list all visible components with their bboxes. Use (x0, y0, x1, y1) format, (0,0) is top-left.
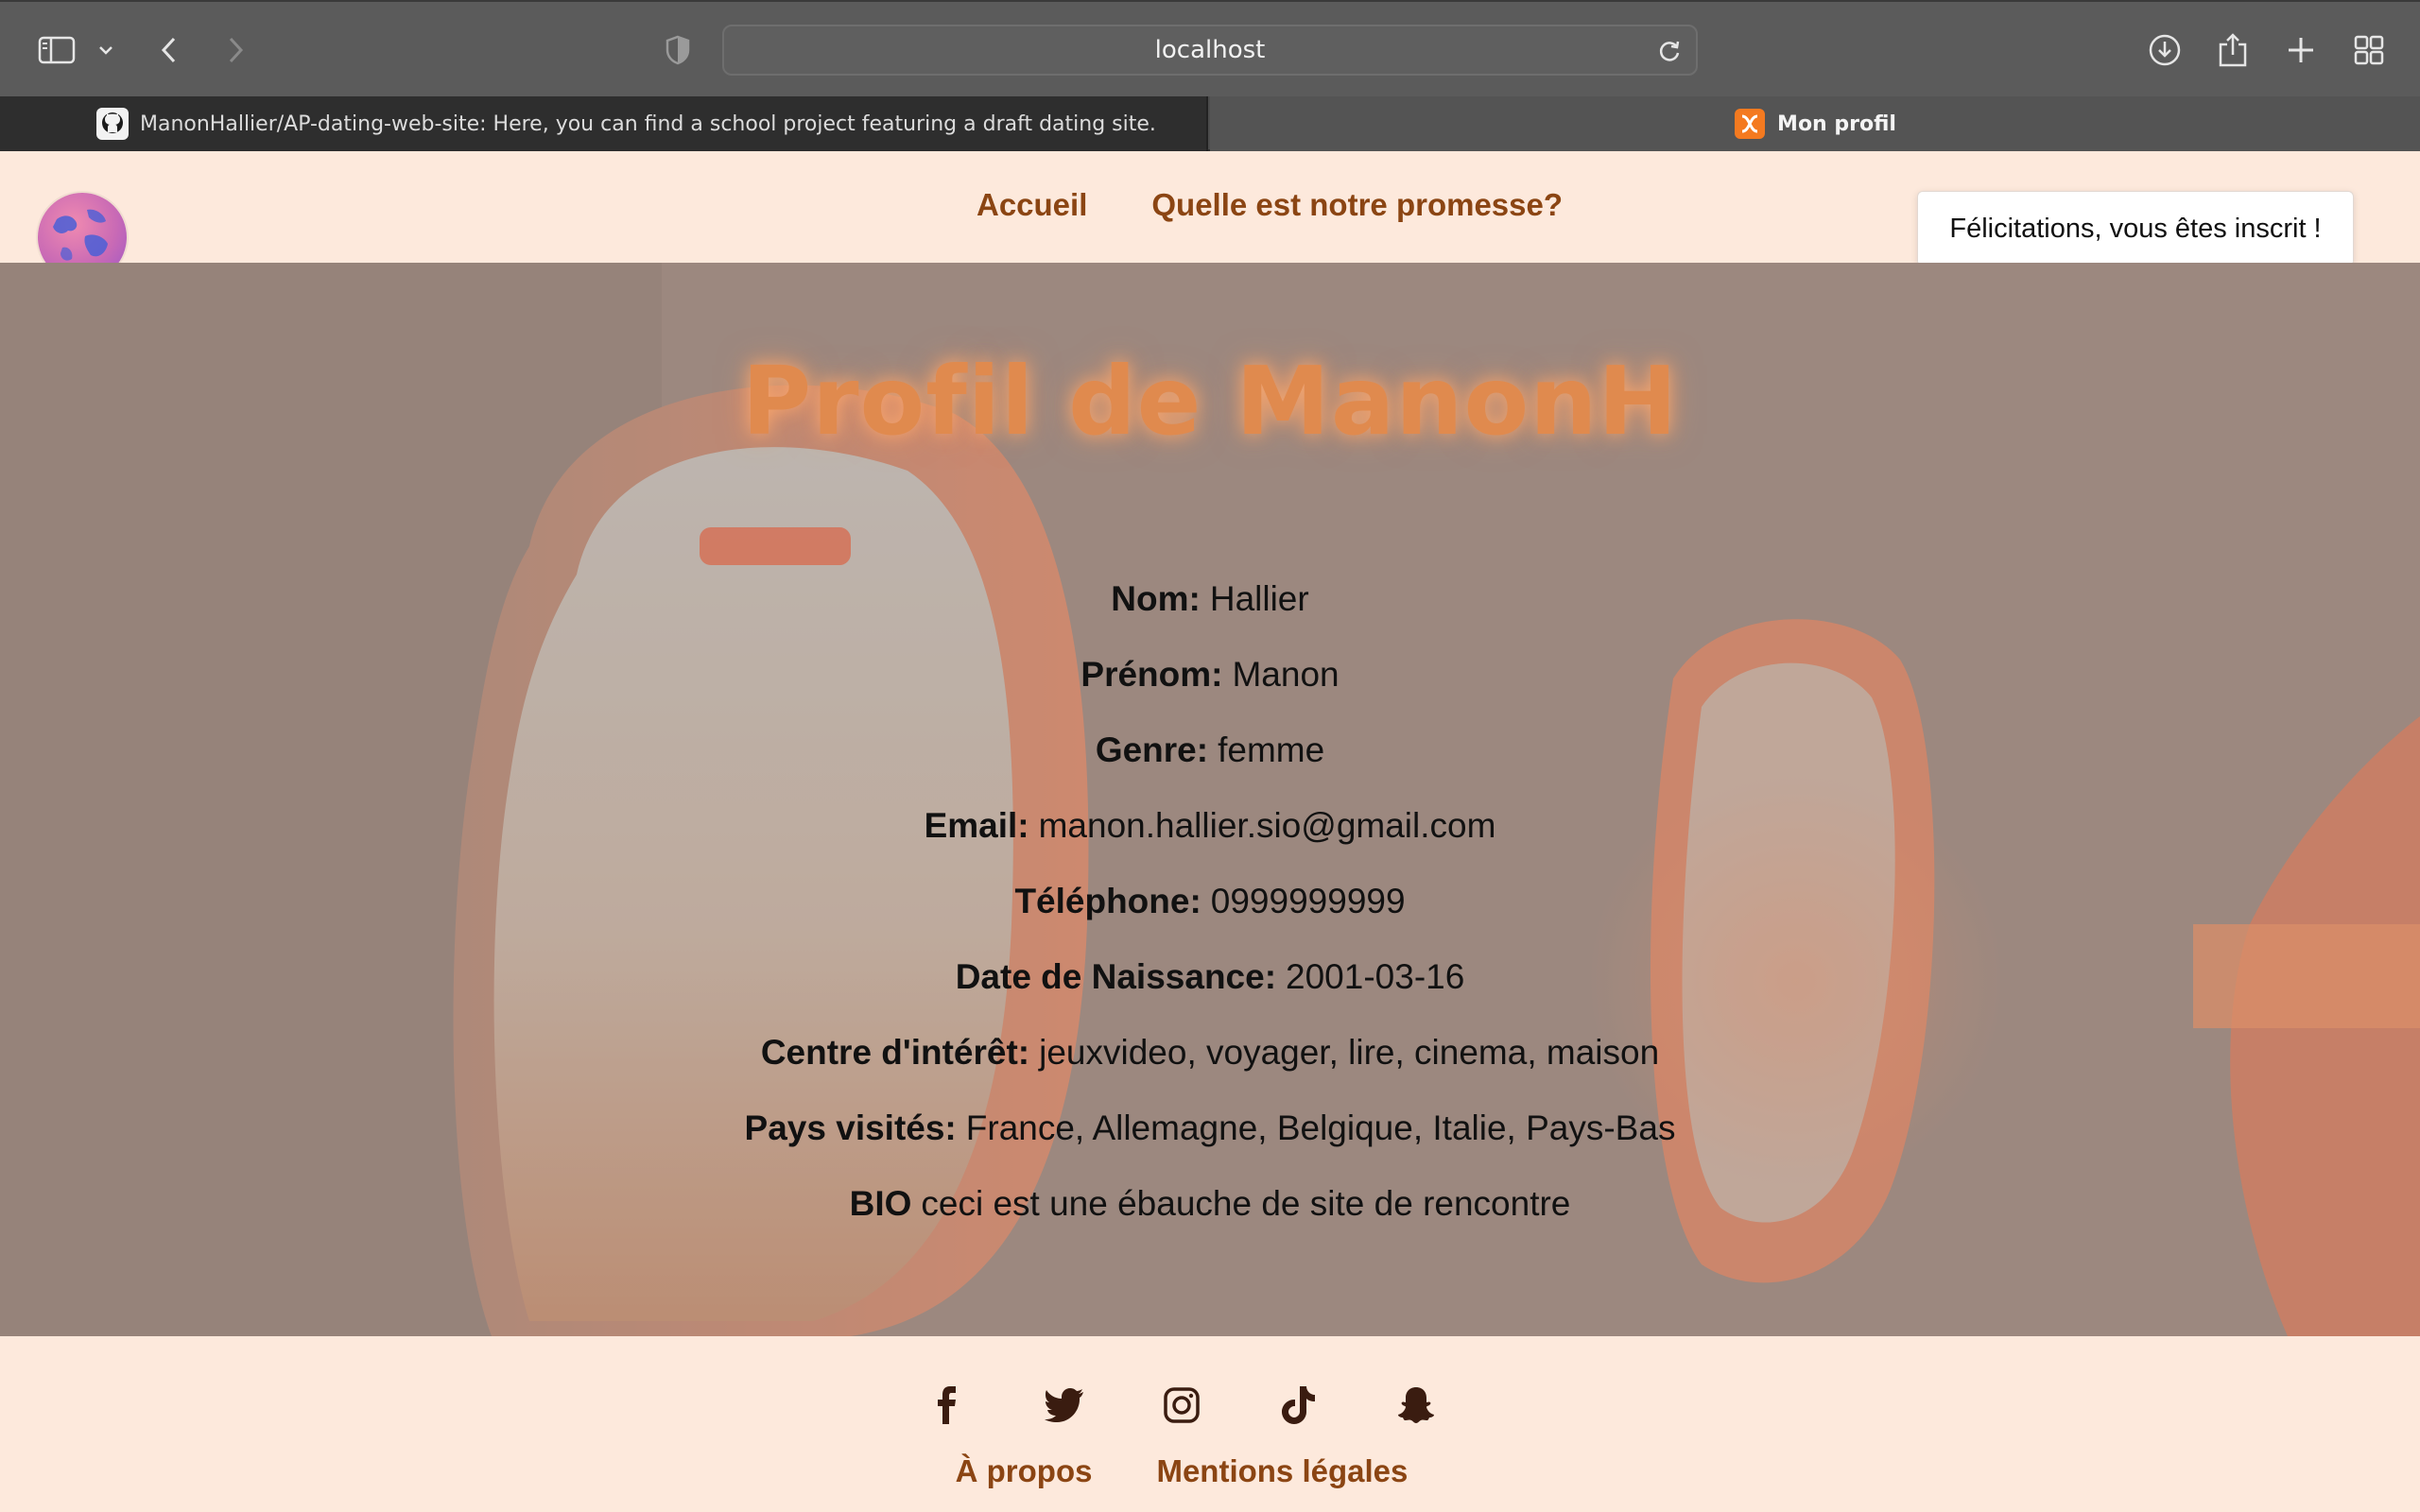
share-icon[interactable] (2214, 28, 2252, 72)
snapchat-icon[interactable] (1396, 1385, 1436, 1425)
field-label: Prénom: (1080, 655, 1223, 694)
tab-mon-profil[interactable]: Mon profil (1210, 96, 2420, 151)
field-label: Genre: (1095, 730, 1209, 769)
field-value: ceci est une ébauche de site de rencontr… (921, 1184, 1571, 1223)
nav-promesse[interactable]: Quelle est notre promesse? (1151, 187, 1563, 223)
field-pays-visites: Pays visités: France, Allemagne, Belgiqu… (0, 1091, 2420, 1166)
twitter-icon[interactable] (1045, 1385, 1084, 1425)
profile-fields: Nom: Hallier Prénom: Manon Genre: femme … (0, 561, 2420, 1242)
field-value: jeuxvideo, voyager, lire, cinema, maison (1039, 1033, 1660, 1072)
field-value: Manon (1232, 655, 1340, 694)
tiktok-icon[interactable] (1279, 1385, 1319, 1425)
reload-icon[interactable] (1656, 38, 1683, 69)
url-text: localhost (1154, 36, 1266, 64)
privacy-shield-icon[interactable] (662, 28, 694, 72)
tab-title: Mon profil (1777, 112, 1896, 136)
field-label: Nom: (1111, 579, 1201, 618)
field-telephone: Téléphone: 0999999999 (0, 864, 2420, 939)
field-date-naissance: Date de Naissance: 2001-03-16 (0, 939, 2420, 1015)
tab-title: ManonHallier/AP-dating-web-site: Here, y… (140, 112, 1156, 136)
field-label: BIO (849, 1184, 912, 1223)
success-toast: Félicitations, vous êtes inscrit ! (1917, 191, 2354, 266)
field-label: Date de Naissance: (955, 957, 1277, 996)
field-label: Pays visités: (744, 1108, 957, 1147)
field-centre-interet: Centre d'intérêt: jeuxvideo, voyager, li… (0, 1015, 2420, 1091)
field-label: Téléphone: (1014, 882, 1201, 920)
browser-toolbar: localhost (0, 0, 2420, 96)
profile-section: Profil de ManonH Nom: Hallier Prénom: Ma… (0, 263, 2420, 1336)
field-label: Centre d'intérêt: (760, 1033, 1030, 1072)
address-bar[interactable]: localhost (722, 25, 1698, 76)
footer-links: À propos Mentions légales (0, 1453, 2420, 1489)
social-links (0, 1385, 2420, 1425)
field-value: femme (1218, 730, 1325, 769)
profile-title: Profil de ManonH (741, 346, 1679, 456)
site-header: Accueil Quelle est notre promesse? Félic… (0, 153, 2420, 282)
download-icon[interactable] (2146, 28, 2184, 72)
new-tab-icon[interactable] (2282, 28, 2320, 72)
xampp-icon (1734, 108, 1766, 140)
instagram-icon[interactable] (1162, 1385, 1201, 1425)
chevron-down-icon[interactable] (95, 28, 117, 72)
forward-icon[interactable] (221, 28, 250, 72)
field-value: manon.hallier.sio@gmail.com (1038, 806, 1496, 845)
back-icon[interactable] (155, 28, 183, 72)
site-footer: À propos Mentions légales (0, 1336, 2420, 1512)
field-value: Hallier (1209, 579, 1309, 618)
tab-bar: ManonHallier/AP-dating-web-site: Here, y… (0, 96, 2420, 151)
github-icon (96, 108, 129, 140)
field-value: 0999999999 (1210, 882, 1406, 920)
field-email: Email: manon.hallier.sio@gmail.com (0, 788, 2420, 864)
field-prenom: Prénom: Manon (0, 637, 2420, 713)
field-genre: Genre: femme (0, 713, 2420, 788)
field-value: 2001-03-16 (1286, 957, 1465, 996)
nav-accueil[interactable]: Accueil (977, 187, 1087, 223)
field-nom: Nom: Hallier (0, 561, 2420, 637)
link-a-propos[interactable]: À propos (956, 1453, 1093, 1489)
field-bio: BIO ceci est une ébauche de site de renc… (0, 1166, 2420, 1242)
field-label: Email: (924, 806, 1029, 845)
tab-overview-icon[interactable] (2350, 28, 2388, 72)
facebook-icon[interactable] (927, 1385, 967, 1425)
tab-github[interactable]: ManonHallier/AP-dating-web-site: Here, y… (0, 96, 1208, 151)
field-value: France, Allemagne, Belgique, Italie, Pay… (965, 1108, 1676, 1147)
sidebar-toggle-icon[interactable] (36, 28, 78, 72)
link-mentions-legales[interactable]: Mentions légales (1156, 1453, 1408, 1489)
